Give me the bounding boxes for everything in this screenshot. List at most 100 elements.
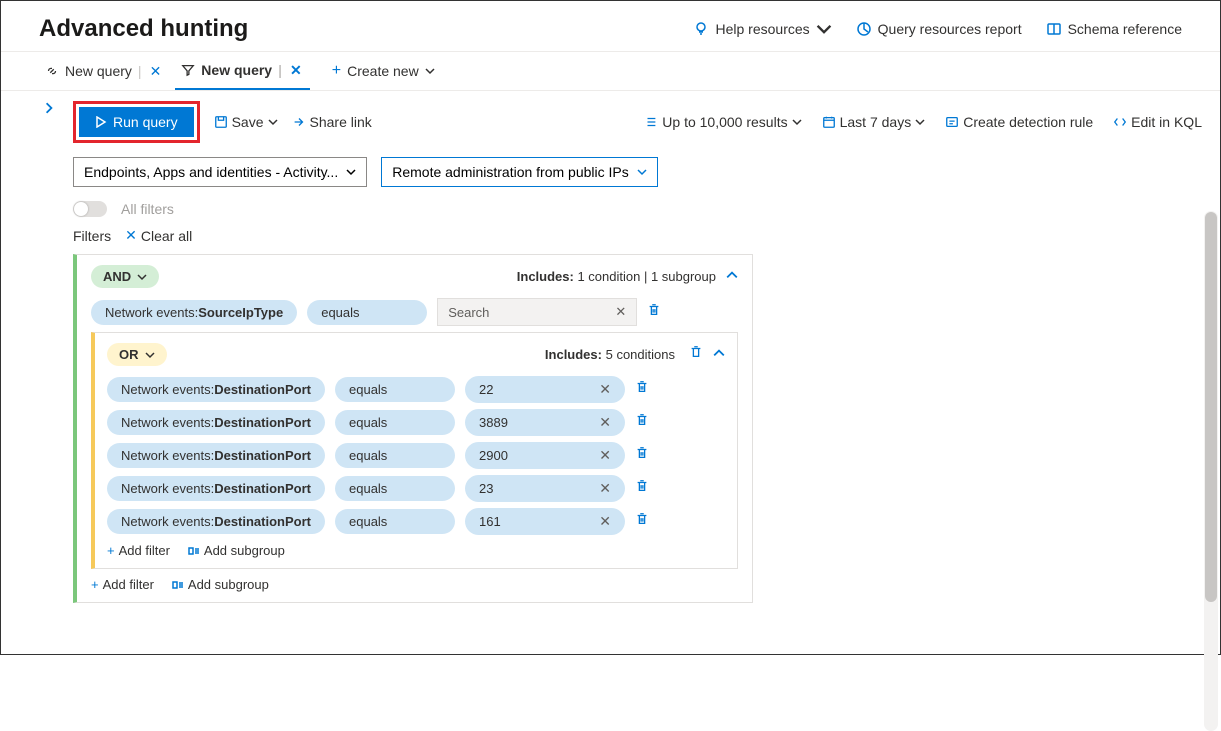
plus-icon: +	[107, 543, 115, 558]
lightbulb-icon	[693, 21, 709, 37]
collapse-group-button[interactable]	[726, 268, 738, 286]
all-filters-toggle[interactable]	[73, 201, 107, 217]
field-chip[interactable]: Network events: DestinationPort	[107, 410, 325, 435]
and-operator-pill[interactable]: AND	[91, 265, 159, 288]
chevron-down-icon	[816, 21, 832, 37]
value-search-input[interactable]: Search ✕	[437, 298, 637, 326]
and-group-header: AND Includes: 1 condition | 1 subgroup	[91, 265, 738, 288]
collapse-subgroup-button[interactable]	[713, 346, 725, 364]
tab-new-query-2[interactable]: New query | ✕	[175, 52, 309, 90]
value-chip[interactable]: 22✕	[465, 376, 625, 403]
operator-chip[interactable]: equals	[335, 410, 455, 435]
delete-condition-button[interactable]	[635, 413, 649, 432]
delete-condition-button[interactable]	[635, 512, 649, 531]
clear-icon[interactable]: ✕	[599, 480, 611, 497]
edit-in-kql-button[interactable]: Edit in KQL	[1113, 114, 1202, 130]
condition-row: Network events: DestinationPort equals 22✕	[107, 376, 725, 403]
trash-icon	[647, 303, 661, 317]
code-icon	[1113, 115, 1127, 129]
run-query-button[interactable]: Run query	[79, 107, 194, 137]
or-group-header: OR Includes: 5 conditions	[107, 343, 725, 366]
close-icon: ✕	[125, 227, 137, 244]
scrollbar[interactable]	[1204, 211, 1218, 731]
trash-icon	[689, 345, 703, 359]
create-new-tab[interactable]: + Create new	[326, 52, 441, 90]
filters-label: Filters	[73, 228, 111, 244]
operator-chip[interactable]: equals	[307, 300, 427, 325]
save-button[interactable]: Save	[214, 114, 278, 130]
value-chip[interactable]: 2900✕	[465, 442, 625, 469]
add-filter-button[interactable]: +Add filter	[107, 543, 170, 558]
or-label: OR	[119, 347, 139, 362]
field-chip[interactable]: Network events: SourceIpType	[91, 300, 297, 325]
add-subgroup-button[interactable]: Add subgroup	[172, 577, 269, 592]
share-label: Share link	[310, 114, 372, 130]
operator-chip[interactable]: equals	[335, 377, 455, 402]
chevron-down-icon	[637, 167, 647, 177]
clear-all-button[interactable]: ✕ Clear all	[125, 227, 192, 244]
query-resources-report-label: Query resources report	[878, 21, 1022, 37]
condition-row: Network events: SourceIpType equals Sear…	[91, 298, 738, 326]
content: Run query Save Share link Up to 10,000 r…	[43, 91, 1220, 603]
filter-icon	[181, 63, 195, 77]
operator-chip[interactable]: equals	[335, 476, 455, 501]
delete-condition-button[interactable]	[635, 380, 649, 399]
chevron-down-icon	[915, 117, 925, 127]
tab-bar: New query | ✕ New query | ✕ + Create new	[1, 51, 1220, 91]
field-chip[interactable]: Network events: DestinationPort	[107, 476, 325, 501]
tab-new-query-1[interactable]: New query | ✕	[39, 52, 169, 90]
clear-icon[interactable]: ✕	[599, 447, 611, 464]
save-icon	[214, 115, 228, 129]
scrollbar-thumb[interactable]	[1205, 212, 1217, 602]
share-icon	[292, 115, 306, 129]
delete-subgroup-button[interactable]	[689, 345, 703, 364]
clear-icon[interactable]: ✕	[599, 381, 611, 398]
clear-all-label: Clear all	[141, 228, 192, 244]
field-chip[interactable]: Network events: DestinationPort	[107, 509, 325, 534]
time-range-dropdown[interactable]: Last 7 days	[822, 114, 926, 130]
delete-condition-button[interactable]	[647, 303, 661, 322]
condition-row: Network events: DestinationPort equals 290…	[107, 442, 725, 469]
field-chip[interactable]: Network events: DestinationPort	[107, 377, 325, 402]
value-chip[interactable]: 161✕	[465, 508, 625, 535]
trash-icon	[635, 446, 649, 460]
help-resources-label: Help resources	[715, 21, 809, 37]
clear-icon[interactable]: ✕	[599, 513, 611, 530]
or-subgroup: OR Includes: 5 conditions Network events…	[91, 332, 738, 569]
template-select[interactable]: Remote administration from public IPs	[381, 157, 658, 187]
delete-condition-button[interactable]	[635, 479, 649, 498]
chevron-up-icon	[726, 269, 738, 281]
clear-icon[interactable]: ✕	[599, 414, 611, 431]
close-icon[interactable]: ✕	[288, 60, 304, 81]
add-subgroup-button[interactable]: Add subgroup	[188, 543, 285, 558]
condition-row: Network events: DestinationPort equals 161…	[107, 508, 725, 535]
and-label: AND	[103, 269, 131, 284]
plus-icon: +	[91, 577, 99, 592]
delete-condition-button[interactable]	[635, 446, 649, 465]
query-resources-report-link[interactable]: Query resources report	[856, 21, 1022, 37]
domain-select[interactable]: Endpoints, Apps and identities - Activit…	[73, 157, 367, 187]
results-limit-dropdown[interactable]: Up to 10,000 results	[644, 114, 801, 130]
clear-icon[interactable]: ✕	[615, 304, 626, 320]
or-operator-pill[interactable]: OR	[107, 343, 167, 366]
trash-icon	[635, 380, 649, 394]
filters-row: Filters ✕ Clear all	[73, 227, 1202, 244]
toolbar: Run query Save Share link Up to 10,000 r…	[73, 101, 1202, 143]
value-chip[interactable]: 23✕	[465, 475, 625, 502]
operator-chip[interactable]: equals	[335, 509, 455, 534]
operator-chip[interactable]: equals	[335, 443, 455, 468]
schema-reference-link[interactable]: Schema reference	[1046, 21, 1182, 37]
search-placeholder: Search	[448, 305, 489, 320]
sidebar-expand[interactable]	[1, 91, 43, 603]
value-chip[interactable]: 3889✕	[465, 409, 625, 436]
rule-icon	[945, 115, 959, 129]
share-link-button[interactable]: Share link	[292, 114, 372, 130]
field-chip[interactable]: Network events: DestinationPort	[107, 443, 325, 468]
group-actions: +Add filter Add subgroup	[91, 577, 738, 592]
add-filter-button[interactable]: +Add filter	[91, 577, 154, 592]
close-icon[interactable]: ✕	[148, 61, 164, 82]
help-resources-link[interactable]: Help resources	[693, 21, 831, 37]
chart-icon	[856, 21, 872, 37]
subgroup-icon	[188, 545, 200, 557]
create-detection-rule-button[interactable]: Create detection rule	[945, 114, 1093, 130]
